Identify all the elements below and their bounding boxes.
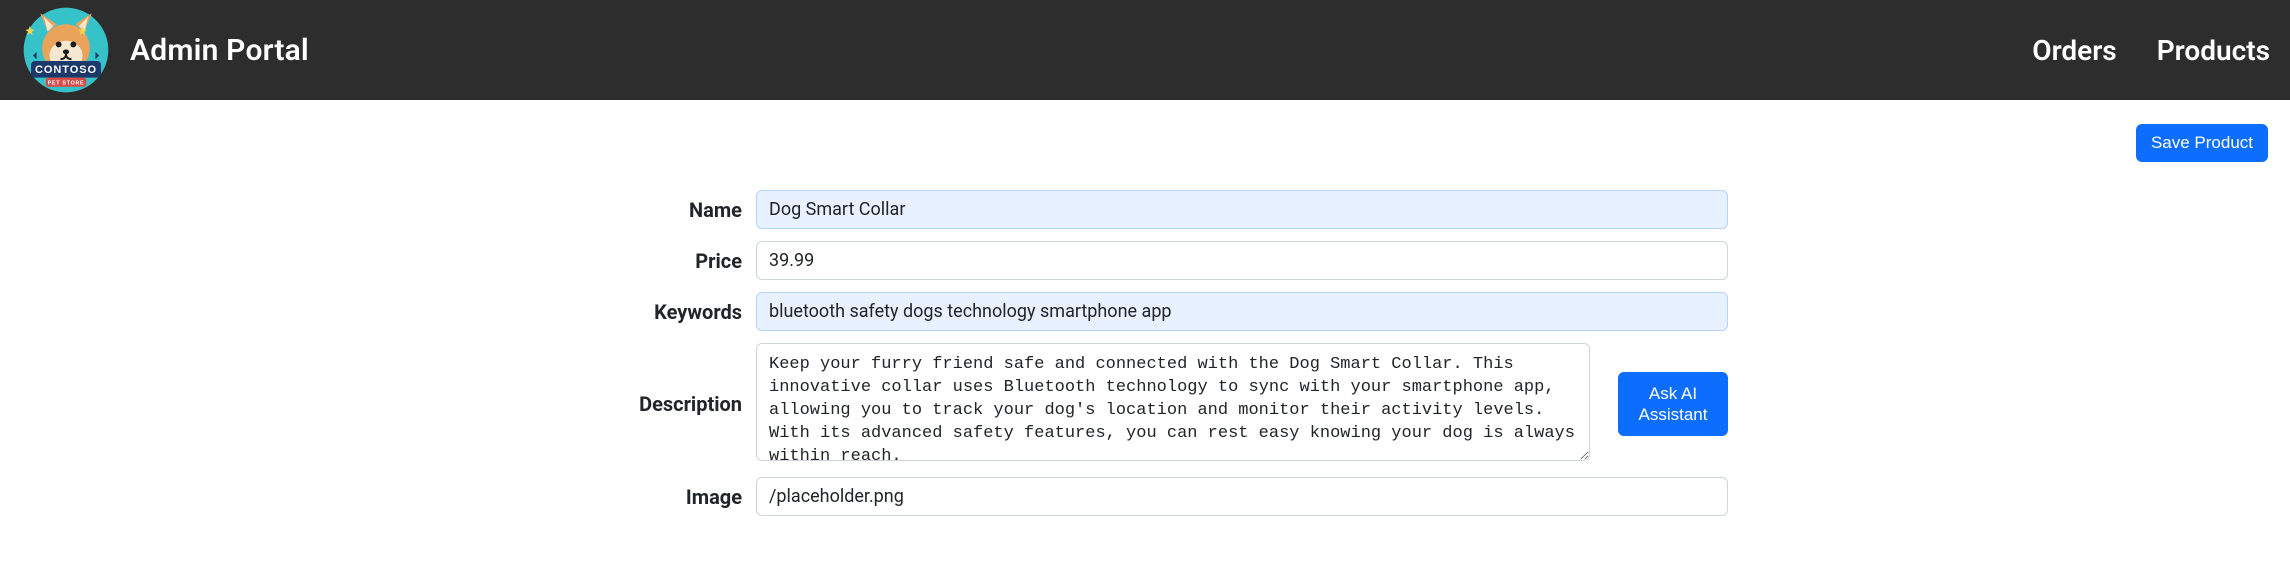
ask-ai-assistant-button[interactable]: Ask AI Assistant xyxy=(1618,372,1728,436)
save-product-button[interactable]: Save Product xyxy=(2136,124,2268,162)
price-input[interactable] xyxy=(756,241,1728,280)
form-row-description: Description Ask AI Assistant xyxy=(562,343,1728,465)
keywords-input[interactable] xyxy=(756,292,1728,331)
page-content: Save Product Name Price Keywords Descrip… xyxy=(0,100,2290,568)
svg-text:PET STORE: PET STORE xyxy=(48,81,85,87)
brand: CONTOSO PET STORE Admin Portal xyxy=(20,4,309,96)
page-title: Admin Portal xyxy=(130,33,309,68)
form-row-name: Name xyxy=(562,190,1728,229)
form-row-keywords: Keywords xyxy=(562,292,1728,331)
label-description: Description xyxy=(562,392,742,416)
description-textarea[interactable] xyxy=(756,343,1590,461)
form-row-price: Price xyxy=(562,241,1728,280)
nav-right: Orders Products xyxy=(2032,34,2270,67)
nav-link-orders[interactable]: Orders xyxy=(2032,34,2116,67)
label-price: Price xyxy=(562,249,742,273)
navbar: CONTOSO PET STORE Admin Portal Orders Pr… xyxy=(0,0,2290,100)
nav-link-products[interactable]: Products xyxy=(2157,34,2270,67)
image-path-input[interactable] xyxy=(756,477,1728,516)
form-row-image: Image xyxy=(562,477,1728,516)
label-keywords: Keywords xyxy=(562,300,742,324)
label-image: Image xyxy=(562,485,742,509)
name-input[interactable] xyxy=(756,190,1728,229)
label-name: Name xyxy=(562,198,742,222)
toolbar: Save Product xyxy=(10,124,2280,162)
brand-logo-icon: CONTOSO PET STORE xyxy=(20,4,112,96)
product-form: Name Price Keywords Description xyxy=(562,190,1728,516)
svg-text:CONTOSO: CONTOSO xyxy=(35,64,97,76)
